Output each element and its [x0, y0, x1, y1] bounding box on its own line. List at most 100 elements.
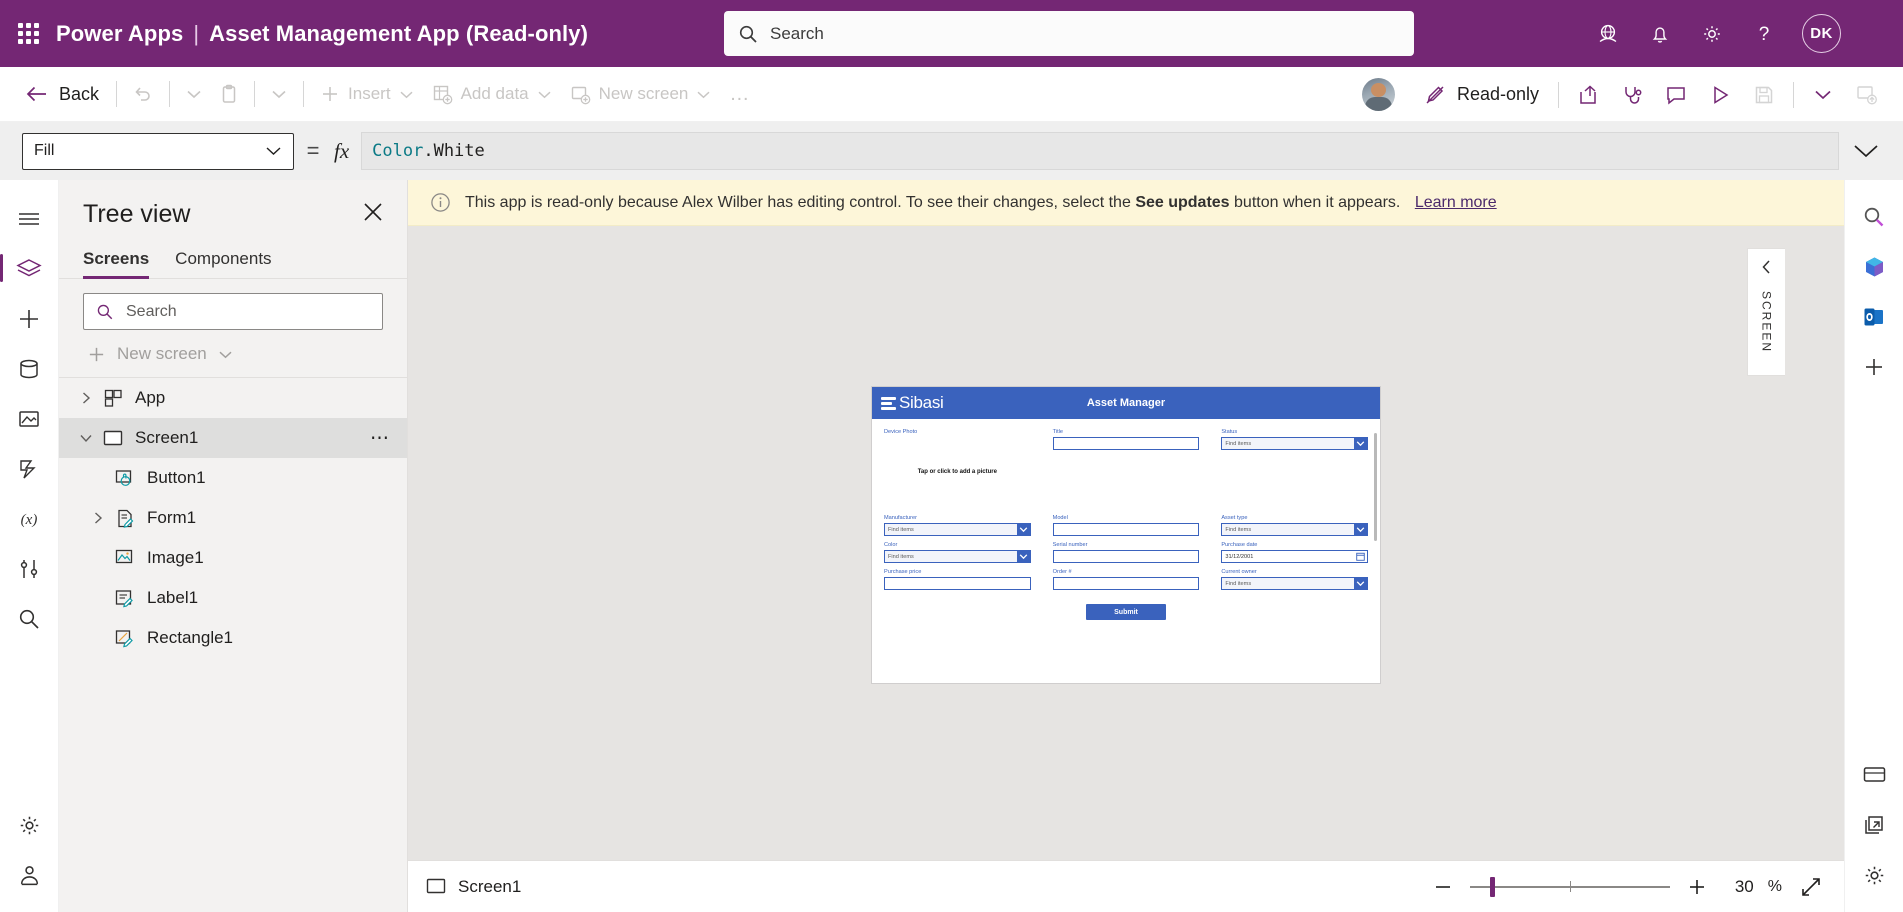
insert-plus-icon[interactable]	[6, 294, 52, 344]
property-select[interactable]: Fill	[22, 132, 294, 170]
collaborator-avatar[interactable]	[1361, 78, 1395, 111]
notification-bell-icon[interactable]	[1634, 0, 1686, 67]
calendar-icon[interactable]	[1354, 552, 1366, 561]
share-icon[interactable]	[1566, 73, 1610, 117]
tree-item-label1[interactable]: Label1	[59, 578, 407, 618]
tree-item-rectangle1[interactable]: Rectangle1	[59, 618, 407, 658]
play-icon[interactable]	[1698, 73, 1742, 117]
data-cylinder-icon[interactable]	[6, 344, 52, 394]
purchase-date-input[interactable]: 31/12/2001	[1221, 550, 1368, 563]
close-icon[interactable]	[361, 200, 385, 229]
paste-dropdown[interactable]	[262, 75, 296, 113]
media-icon[interactable]	[6, 394, 52, 444]
add-data-button[interactable]: Add data	[423, 75, 561, 113]
submit-button[interactable]: Submit	[1086, 604, 1166, 620]
insert-button[interactable]: Insert	[311, 75, 423, 113]
chevron-down-icon[interactable]	[1354, 524, 1367, 535]
office-apps-icon[interactable]	[1851, 242, 1897, 292]
search-icon[interactable]	[6, 594, 52, 644]
form-scrollbar[interactable]	[1374, 433, 1377, 541]
open-external-icon[interactable]	[1851, 800, 1897, 850]
zoom-slider[interactable]	[1469, 874, 1670, 900]
chevron-right-icon[interactable]	[73, 391, 99, 405]
paste-button[interactable]	[211, 75, 247, 113]
global-search-input[interactable]: Search	[724, 11, 1414, 56]
chevron-down-icon[interactable]	[1354, 438, 1367, 449]
tree-search-input[interactable]: Search	[83, 293, 383, 330]
outlook-icon[interactable]	[1851, 292, 1897, 342]
learn-more-link[interactable]: Learn more	[1415, 194, 1497, 211]
chevron-down-icon[interactable]	[1354, 578, 1367, 589]
color-combobox[interactable]: Find items	[884, 550, 1031, 563]
field-manufacturer[interactable]: Manufacturer Find items	[884, 515, 1031, 536]
hamburger-menu-icon[interactable]	[6, 194, 52, 244]
status-combobox[interactable]: Find items	[1221, 437, 1368, 450]
title-input[interactable]	[1052, 437, 1200, 450]
new-screen-button[interactable]: New screen	[59, 330, 407, 378]
purchase-price-input[interactable]	[884, 577, 1031, 590]
zoom-in-button[interactable]	[1684, 874, 1710, 900]
tree-view-layers-icon[interactable]	[0, 244, 52, 294]
manufacturer-combobox[interactable]: Find items	[884, 523, 1031, 536]
field-color[interactable]: Color Find items	[884, 542, 1031, 563]
field-purchase-price[interactable]: Purchase price	[884, 569, 1031, 590]
tree-item-app[interactable]: App	[59, 378, 407, 418]
tree-item-overflow-menu[interactable]: ⋯	[370, 427, 391, 450]
formula-expand-button[interactable]	[1839, 142, 1893, 160]
tree-item-screen1[interactable]: Screen1 ⋯	[59, 418, 407, 458]
field-asset-type[interactable]: Asset type Find items	[1221, 515, 1368, 536]
chevron-down-icon[interactable]	[1016, 551, 1030, 562]
tree-item-image1[interactable]: Image1	[59, 538, 407, 578]
publish-icon[interactable]	[1845, 73, 1889, 117]
advanced-tools-icon[interactable]	[6, 544, 52, 594]
read-only-status[interactable]: Read-only	[1411, 83, 1551, 107]
user-avatar[interactable]: DK	[1802, 14, 1841, 53]
new-screen-button[interactable]: New screen	[561, 75, 721, 113]
overflow-menu-button[interactable]: …	[720, 75, 761, 113]
zoom-slider-knob[interactable]	[1489, 876, 1495, 897]
chevron-down-icon[interactable]	[1016, 524, 1030, 535]
canvas-stage[interactable]: Sibasi Asset Manager Device Photo Tap or…	[408, 226, 1844, 860]
comment-icon[interactable]	[1654, 73, 1698, 117]
tree-item-button1[interactable]: Button1	[59, 458, 407, 498]
teams-chat-icon[interactable]	[1851, 750, 1897, 800]
zoom-out-button[interactable]	[1430, 874, 1456, 900]
settings-gear-icon[interactable]	[1686, 0, 1738, 67]
save-icon[interactable]	[1742, 73, 1786, 117]
back-button[interactable]: Back	[14, 84, 109, 105]
asset-type-combobox[interactable]: Find items	[1221, 523, 1368, 536]
plus-icon[interactable]	[1851, 342, 1897, 392]
app-checker-icon[interactable]	[6, 850, 52, 900]
undo-dropdown[interactable]	[177, 75, 211, 113]
field-model[interactable]: Model	[1052, 515, 1200, 536]
model-input[interactable]	[1052, 523, 1200, 536]
chevron-right-icon[interactable]	[85, 511, 111, 525]
screen-panel-collapse-tab[interactable]: SCREEN	[1747, 248, 1785, 376]
app-launcher-icon[interactable]	[0, 23, 56, 44]
settings-gear-icon[interactable]	[1851, 850, 1897, 900]
field-title[interactable]: Title	[1052, 429, 1200, 450]
field-order-number[interactable]: Order #	[1052, 569, 1200, 590]
formula-input[interactable]: Color .White	[361, 132, 1839, 170]
field-status[interactable]: Status Find items	[1221, 429, 1368, 450]
help-question-icon[interactable]: ?	[1738, 0, 1790, 67]
field-current-owner[interactable]: Current owner Find items	[1221, 569, 1368, 590]
chevron-left-icon[interactable]	[1749, 249, 1785, 285]
field-device-photo[interactable]: Device Photo Tap or click to add a pictu…	[884, 429, 1031, 475]
settings-gear-icon[interactable]	[6, 800, 52, 850]
tab-screens[interactable]: Screens	[83, 249, 150, 279]
serial-number-input[interactable]	[1052, 550, 1200, 563]
stethoscope-icon[interactable]	[1610, 73, 1654, 117]
app-screen-preview[interactable]: Sibasi Asset Manager Device Photo Tap or…	[872, 387, 1380, 683]
field-purchase-date[interactable]: Purchase date 31/12/2001	[1221, 542, 1368, 563]
power-automate-icon[interactable]	[6, 444, 52, 494]
field-serial-number[interactable]: Serial number	[1052, 542, 1200, 563]
tree-item-form1[interactable]: Form1	[59, 498, 407, 538]
tab-components[interactable]: Components	[175, 249, 271, 278]
undo-button[interactable]	[124, 75, 162, 113]
chevron-down-icon[interactable]	[73, 432, 99, 444]
environment-globe-icon[interactable]	[1582, 0, 1634, 67]
save-dropdown-chevron[interactable]	[1801, 73, 1845, 117]
status-bar-screen[interactable]: Screen1	[426, 877, 521, 897]
variables-x-icon[interactable]: (x)	[6, 494, 52, 544]
